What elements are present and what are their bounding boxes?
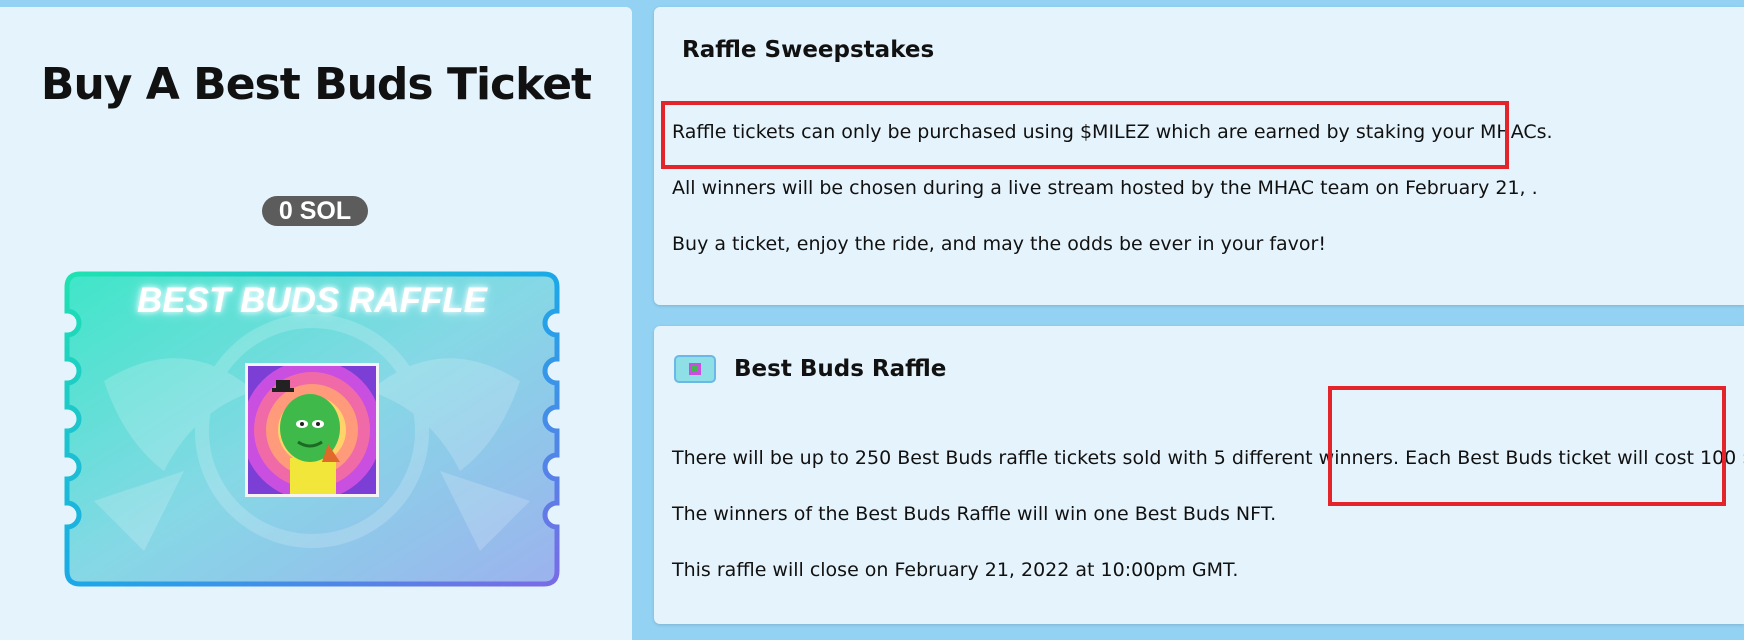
sweepstakes-card: Raffle Sweepstakes Raffle tickets can on… xyxy=(654,7,1744,305)
highlight-box xyxy=(1328,386,1726,506)
ticket-thumbnail-icon xyxy=(674,355,716,383)
sweepstakes-line-3: Buy a ticket, enjoy the ride, and may th… xyxy=(672,233,1326,255)
raffle-ticket[interactable]: BEST BUDS RAFFLE xyxy=(64,271,560,587)
best-buds-nft-image xyxy=(245,363,379,497)
ticket-title: BEST BUDS RAFFLE xyxy=(137,281,487,320)
price-badge: 0 SOL xyxy=(262,196,368,226)
raffle-line-2: The winners of the Best Buds Raffle will… xyxy=(672,503,1277,525)
sweepstakes-heading: Raffle Sweepstakes xyxy=(682,37,935,63)
raffle-heading: Best Buds Raffle xyxy=(734,356,947,382)
page-title: Buy A Best Buds Ticket xyxy=(40,59,592,110)
buy-ticket-panel: Buy A Best Buds Ticket 0 SOL BEST BUDS R… xyxy=(0,7,632,640)
sweepstakes-line-2: All winners will be chosen during a live… xyxy=(672,177,1538,199)
highlight-box xyxy=(661,101,1509,169)
raffle-line-1-part-a: There will be up to 250 Best Buds raffle… xyxy=(672,447,1400,469)
raffle-line-3: This raffle will close on February 21, 2… xyxy=(672,559,1239,581)
best-buds-raffle-card: Best Buds Raffle There will be up to 250… xyxy=(654,326,1744,624)
